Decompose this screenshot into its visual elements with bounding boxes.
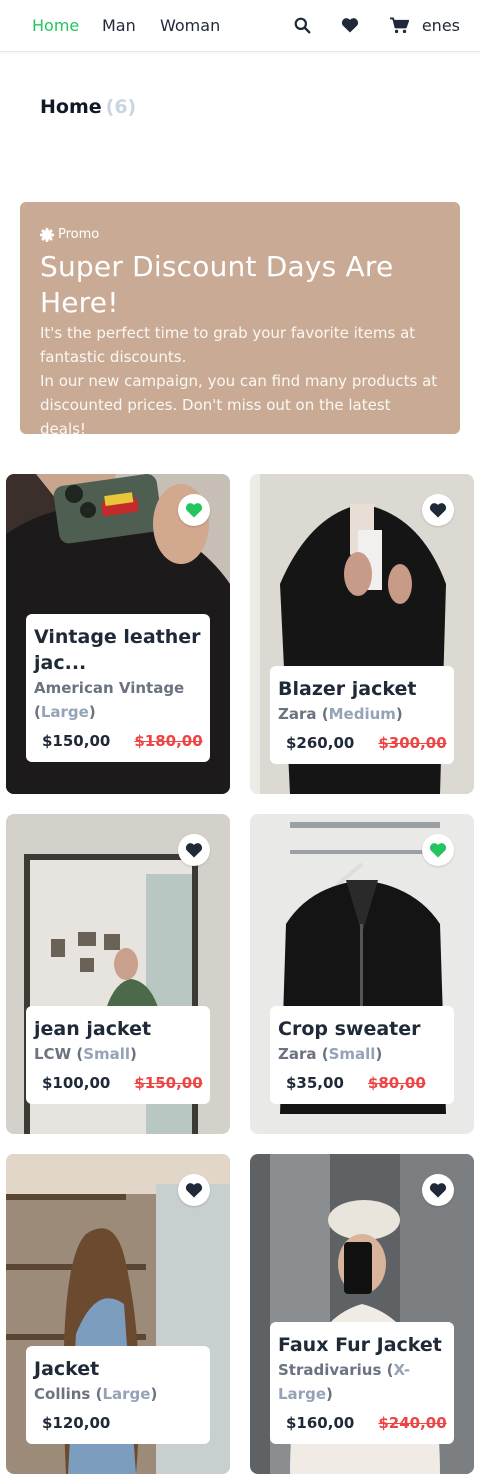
- product-old-price: $180,00: [134, 732, 203, 750]
- product-info: Jacket Collins (Large) $120,00: [26, 1346, 210, 1444]
- product-old-price: $300,00: [378, 734, 447, 752]
- top-navbar: Home Man Woman enes: [0, 0, 480, 52]
- promo-tag-label: Promo: [58, 227, 100, 242]
- price-row: $120,00: [34, 1414, 202, 1432]
- brand-name: LCW: [34, 1045, 72, 1063]
- product-card[interactable]: Blazer jacket Zara (Medium) $260,00 $300…: [250, 474, 474, 794]
- promo-banner: Promo Super Discount Days Are Here! It's…: [20, 202, 460, 438]
- product-name[interactable]: jean jacket: [34, 1016, 202, 1042]
- product-price: $120,00: [42, 1414, 111, 1432]
- favorite-button[interactable]: [178, 834, 210, 866]
- favorite-button[interactable]: [422, 494, 454, 526]
- product-name[interactable]: Jacket: [34, 1356, 202, 1382]
- promo-tag: Promo: [39, 226, 440, 243]
- product-price: $260,00: [286, 734, 355, 752]
- product-size: Small: [328, 1045, 376, 1063]
- product-brand: American Vintage (Large): [34, 679, 185, 721]
- product-info: Faux Fur Jacket Stradivarius (X-Large) $…: [270, 1322, 454, 1444]
- product-info: Blazer jacket Zara (Medium) $260,00 $300…: [270, 666, 454, 764]
- cart-icon[interactable]: [389, 15, 409, 35]
- price-row: $35,00 $80,00: [278, 1074, 446, 1092]
- product-brand: LCW (Small): [34, 1045, 137, 1063]
- heart-icon: [185, 1183, 203, 1198]
- nav-link-home[interactable]: Home: [32, 16, 79, 36]
- product-brand: Stradivarius (X-Large): [278, 1361, 411, 1403]
- product-card[interactable]: Jacket Collins (Large) $120,00: [6, 1154, 230, 1474]
- brand-name: Zara: [278, 1045, 317, 1063]
- product-size: Medium: [328, 705, 396, 723]
- heart-filled-icon: [429, 843, 447, 858]
- heart-icon: [429, 503, 447, 518]
- product-name[interactable]: Crop sweater: [278, 1016, 446, 1042]
- product-card[interactable]: Faux Fur Jacket Stradivarius (X-Large) $…: [250, 1154, 474, 1474]
- brand-name: Zara: [278, 705, 317, 723]
- heart-icon[interactable]: [340, 15, 360, 35]
- product-info: jean jacket LCW (Small) $100,00 $150,00: [26, 1006, 210, 1104]
- product-card[interactable]: Vintage leather jac... American Vintage …: [6, 474, 230, 794]
- product-info: Crop sweater Zara (Small) $35,00 $80,00: [270, 1006, 454, 1104]
- page-title: Home (6): [40, 96, 136, 118]
- product-card[interactable]: Crop sweater Zara (Small) $35,00 $80,00: [250, 814, 474, 1134]
- price-row: $160,00 $240,00: [278, 1414, 447, 1432]
- product-price: $35,00: [286, 1074, 344, 1092]
- heart-icon: [185, 843, 203, 858]
- product-price: $160,00: [286, 1414, 355, 1432]
- product-brand: Zara (Medium): [278, 705, 403, 723]
- brand-name: American Vintage: [34, 679, 185, 697]
- price-row: $260,00 $300,00: [278, 734, 447, 752]
- search-icon[interactable]: [292, 15, 312, 35]
- favorite-button[interactable]: [422, 1174, 454, 1206]
- page-title-text: Home: [40, 96, 102, 118]
- promo-title: Super Discount Days Are Here!: [40, 250, 394, 319]
- user-menu[interactable]: enes: [422, 16, 460, 36]
- brand-name: Stradivarius: [278, 1361, 382, 1379]
- price-row: $150,00 $180,00: [34, 732, 203, 750]
- badge-icon: [39, 227, 55, 242]
- product-price: $150,00: [42, 732, 111, 750]
- product-name[interactable]: Blazer jacket: [278, 676, 446, 702]
- brand-name: Collins: [34, 1385, 91, 1403]
- product-size: Small: [83, 1045, 131, 1063]
- product-old-price: $150,00: [134, 1074, 203, 1092]
- product-old-price: $80,00: [367, 1074, 426, 1092]
- heart-icon: [429, 1183, 447, 1198]
- favorite-button[interactable]: [178, 494, 210, 526]
- product-info: Vintage leather jac... American Vintage …: [26, 614, 210, 762]
- product-count: (6): [105, 96, 137, 118]
- product-brand: Collins (Large): [34, 1385, 158, 1403]
- price-row: $100,00 $150,00: [34, 1074, 203, 1092]
- promo-line-2: In our new campaign, you can find many p…: [40, 372, 438, 438]
- product-name[interactable]: Vintage leather jac...: [34, 624, 202, 676]
- product-name[interactable]: Faux Fur Jacket: [278, 1332, 446, 1358]
- product-size: Large: [102, 1385, 151, 1403]
- nav-link-woman[interactable]: Woman: [160, 16, 220, 36]
- product-brand: Zara (Small): [278, 1045, 383, 1063]
- product-old-price: $240,00: [378, 1414, 447, 1432]
- product-size: Large: [40, 703, 89, 721]
- promo-line-1: It's the perfect time to grab your favor…: [40, 324, 416, 366]
- nav-link-man[interactable]: Man: [102, 16, 136, 36]
- heart-filled-icon: [185, 503, 203, 518]
- favorite-button[interactable]: [422, 834, 454, 866]
- product-card[interactable]: jean jacket LCW (Small) $100,00 $150,00: [6, 814, 230, 1134]
- product-price: $100,00: [42, 1074, 111, 1092]
- favorite-button[interactable]: [178, 1174, 210, 1206]
